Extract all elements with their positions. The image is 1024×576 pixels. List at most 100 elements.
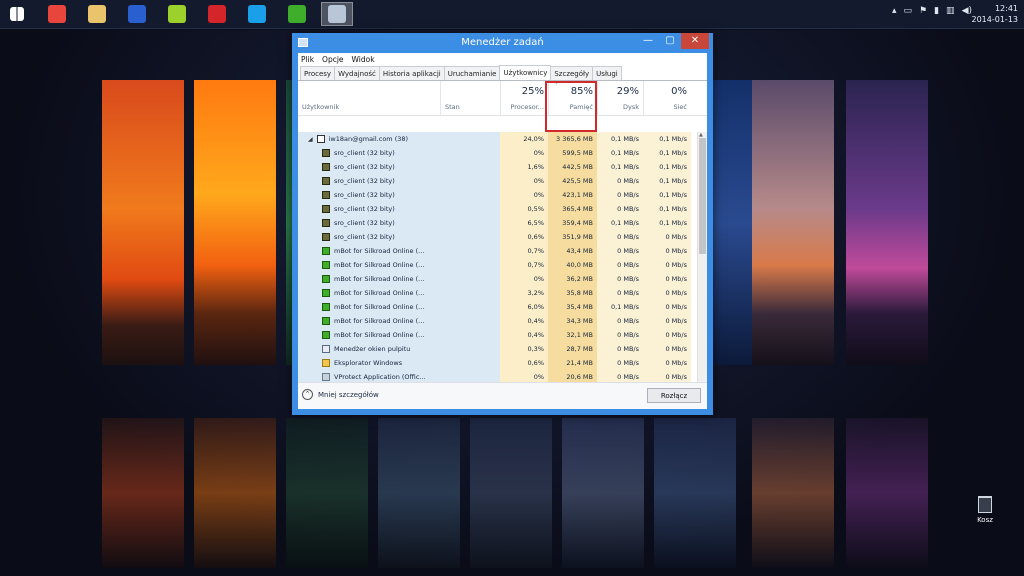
recycle-bin-label: Kosz (977, 516, 993, 524)
process-row[interactable]: sro_client (32 bity) 0% 425,5 MB 0 MB/s 0,1 … (298, 174, 691, 188)
row-name: iw18an@gmail.com (38) (328, 135, 409, 143)
taskbar-skype[interactable] (241, 2, 273, 26)
process-row[interactable]: sro_client (32 bity) 0% 423,1 MB 0 MB/s 0,1 … (298, 188, 691, 202)
menu-widok[interactable]: Widok (352, 55, 375, 64)
column-cpu[interactable]: 25% Procesor... (500, 81, 548, 115)
row-disk: 0 MB/s (597, 188, 643, 202)
minimize-button[interactable]: — (637, 33, 659, 49)
taskbar-silkroad[interactable] (121, 2, 153, 26)
row-name-cell: mBot for Silkroad Online (... (322, 314, 500, 328)
row-memory: 32,1 MB (548, 328, 597, 342)
row-name-cell: sro_client (32 bity) (322, 216, 500, 230)
row-cpu: 6,0% (500, 300, 548, 314)
network-icon[interactable]: ▥ (946, 6, 955, 16)
flag-icon[interactable]: ⚑ (919, 6, 927, 16)
clock-date: 2014-01-13 (971, 15, 1019, 24)
process-row[interactable]: sro_client (32 bity) 0% 599,5 MB 0,1 MB/s 0,… (298, 146, 691, 160)
taskbar-app-green-yellow[interactable] (161, 2, 193, 26)
process-row[interactable]: mBot for Silkroad Online (... 0% 36,2 MB 0 … (298, 272, 691, 286)
tab-uzytkownicy[interactable]: Użytkownicy (499, 65, 552, 80)
row-disk: 0,1 MB/s (597, 300, 643, 314)
row-name-cell: sro_client (32 bity) (322, 202, 500, 216)
column-status[interactable]: Stan (440, 81, 500, 115)
disconnect-button[interactable]: Rozłącz (647, 388, 701, 403)
process-row[interactable]: mBot for Silkroad Online (... 3,2% 35,8 MB… (298, 286, 691, 300)
column-memory[interactable]: ˇ 85% Pamięć (548, 81, 597, 115)
taskbar-task-manager[interactable] (321, 2, 353, 26)
folder-icon (88, 5, 106, 23)
row-name: sro_client (32 bity) (334, 205, 395, 213)
taskbar-chrome[interactable] (41, 2, 73, 26)
process-row[interactable]: sro_client (32 bity) 6,5% 359,4 MB 0,1 MB/s… (298, 216, 691, 230)
process-row[interactable]: sro_client (32 bity) 1,6% 442,5 MB 0,1 MB/s… (298, 160, 691, 174)
process-row[interactable]: sro_client (32 bity) 0,5% 365,4 MB 0 MB/s 0,… (298, 202, 691, 216)
column-user[interactable]: Użytkownik (298, 81, 440, 115)
tab-uruchamianie[interactable]: Uruchamianie (443, 66, 501, 80)
mbot-icon (322, 289, 330, 297)
wallpaper-panel (752, 80, 834, 365)
tab-uslugi[interactable]: Usługi (592, 66, 622, 80)
row-network: 0,1 Mb/s (643, 216, 691, 230)
user-icon (316, 135, 325, 143)
taskbar: ▴ ▭ ⚑ ▮ ▥ ◀) 12:41 2014-01-13 (0, 0, 1024, 29)
process-row[interactable]: Menedżer okien pulpitu 0,3% 28,7 MB 0 MB/s 0… (298, 342, 691, 356)
process-row[interactable]: mBot for Silkroad Online (... 0,4% 34,3 MB… (298, 314, 691, 328)
process-row[interactable]: mBot for Silkroad Online (... 0,4% 32,1 MB… (298, 328, 691, 342)
less-details-link[interactable]: Mniej szczegółów (318, 391, 379, 399)
menu-plik[interactable]: Plik (301, 55, 314, 64)
vertical-scrollbar[interactable]: ▲ ▼ (697, 132, 707, 388)
tab-historia-aplikacji[interactable]: Historia aplikacji (378, 66, 445, 80)
row-network: 0,1 Mb/s (643, 132, 691, 146)
chevron-up-icon[interactable]: ⌃ (302, 389, 313, 400)
row-cpu: 0,7% (500, 244, 548, 258)
mbot-icon (322, 317, 330, 325)
row-memory: 21,4 MB (548, 356, 597, 370)
row-memory: 3 365,6 MB (548, 132, 597, 146)
tab-wydajnosc[interactable]: Wydajność (334, 66, 380, 80)
scrollbar-thumb[interactable] (699, 138, 706, 254)
row-name-cell: Eksplorator Windows (322, 356, 500, 370)
row-disk: 0 MB/s (597, 342, 643, 356)
maximize-button[interactable]: ▢ (659, 33, 681, 49)
menu-opcje[interactable]: Opcje (322, 55, 344, 64)
row-name-cell: mBot for Silkroad Online (... (322, 244, 500, 258)
row-name-cell: ◢ iw18an@gmail.com (38) (308, 132, 486, 146)
battery-tray-icon[interactable]: ▮ (934, 6, 939, 16)
row-network: 0 Mb/s (643, 258, 691, 272)
title-bar[interactable]: Menedżer zadań — ▢ ✕ (292, 33, 713, 53)
row-name: sro_client (32 bity) (334, 233, 395, 241)
row-memory: 35,8 MB (548, 286, 597, 300)
column-disk[interactable]: 29% Dysk (597, 81, 643, 115)
tab-procesy[interactable]: Procesy (300, 66, 336, 80)
row-disk: 0 MB/s (597, 258, 643, 272)
column-network[interactable]: 0% Sieć (643, 81, 691, 115)
process-row[interactable]: mBot for Silkroad Online (... 0,7% 40,0 MB… (298, 258, 691, 272)
sro-icon (322, 149, 330, 157)
taskbar-mbot[interactable] (281, 2, 313, 26)
row-name: mBot for Silkroad Online (... (334, 331, 425, 339)
close-button[interactable]: ✕ (681, 33, 709, 49)
row-name-cell: mBot for Silkroad Online (... (322, 328, 500, 342)
process-row[interactable]: mBot for Silkroad Online (... 0,7% 43,4 MB… (298, 244, 691, 258)
clock[interactable]: 12:41 2014-01-13 (972, 3, 1019, 25)
chevron-up-icon[interactable]: ▴ (892, 6, 897, 16)
volume-icon[interactable]: ◀) (962, 6, 972, 16)
mbot-icon (322, 247, 330, 255)
recycle-bin[interactable]: Kosz (965, 496, 1005, 524)
taskbar-file-explorer[interactable] (81, 2, 113, 26)
process-row[interactable]: Eksplorator Windows 0,6% 21,4 MB 0 MB/s 0 Mb… (298, 356, 691, 370)
tab-szczegoly[interactable]: Szczegóły (550, 66, 594, 80)
row-name-cell: mBot for Silkroad Online (... (322, 272, 500, 286)
process-row[interactable]: sro_client (32 bity) 0,6% 351,9 MB 0 MB/s 0 … (298, 230, 691, 244)
expand-arrow-icon[interactable]: ◢ (308, 136, 313, 143)
user-row[interactable]: ◢ iw18an@gmail.com (38) 24,0% 3 365,6 MB 0,1… (298, 132, 691, 146)
explorer-icon (322, 359, 330, 367)
process-row[interactable]: mBot for Silkroad Online (... 6,0% 35,4 MB… (298, 300, 691, 314)
row-name-cell: sro_client (32 bity) (322, 160, 500, 174)
taskbar-flash[interactable] (201, 2, 233, 26)
wallpaper-reflection (562, 418, 644, 568)
sro-icon (322, 191, 330, 199)
taskbar-start-button[interactable] (1, 2, 33, 26)
display-icon[interactable]: ▭ (904, 6, 913, 16)
row-cpu: 0,7% (500, 258, 548, 272)
